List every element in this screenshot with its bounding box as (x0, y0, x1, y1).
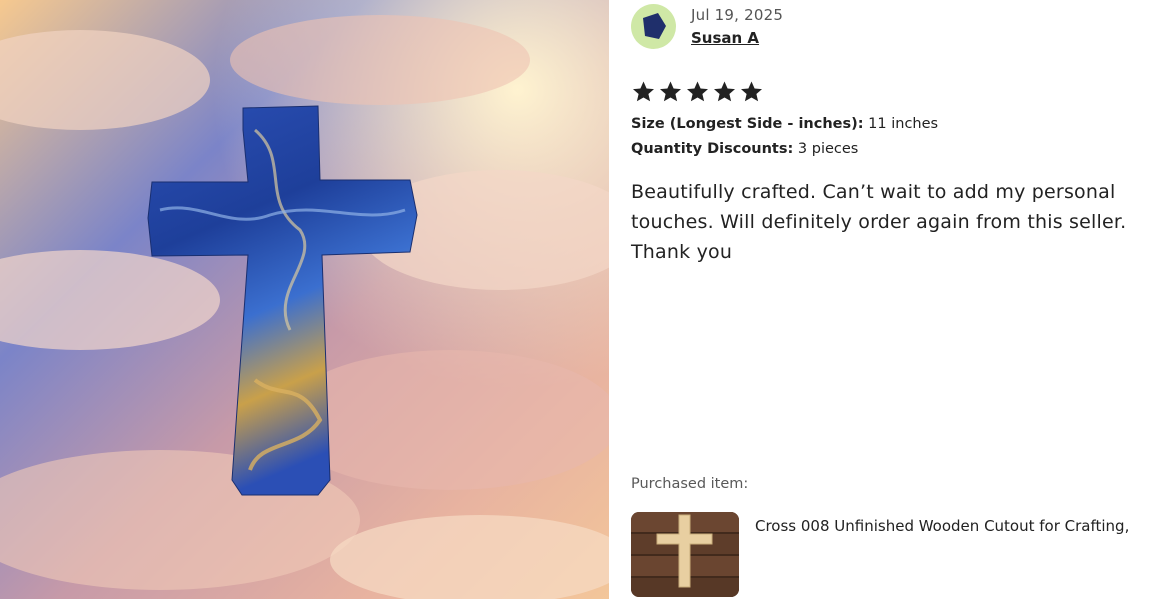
avatar-shape-icon (643, 13, 666, 39)
star-icon (714, 81, 735, 102)
wooden-cross-thumbnail-image (631, 512, 739, 597)
review-text: Beautifully crafted. Can’t wait to add m… (631, 181, 1127, 263)
star-icon (633, 81, 654, 102)
reviewer-name-link[interactable]: Susan A (691, 29, 759, 47)
attribute-size: Size (Longest Side - inches): 11 inches (631, 116, 938, 132)
review-panel: Jul 19, 2025 Susan A Size (Longest Side … (631, 0, 1159, 599)
star-icon (741, 81, 762, 102)
star-rating (631, 80, 764, 104)
attribute-value: 3 pieces (797, 141, 859, 157)
attribute-label: Size (Longest Side - inches): (631, 116, 864, 132)
purchased-item-label: Purchased item: (631, 476, 749, 492)
reviewer-avatar[interactable] (631, 4, 676, 49)
attribute-value: 11 inches (868, 116, 939, 132)
purchased-item-title-link[interactable]: Cross 008 Unfinished Wooden Cutout for C… (755, 517, 1129, 535)
review-date: Jul 19, 2025 (691, 6, 784, 24)
purchased-item-thumbnail[interactable] (631, 512, 739, 597)
star-icon (660, 81, 681, 102)
attribute-label: Quantity Discounts: (631, 141, 794, 157)
review-photo[interactable] (0, 0, 609, 599)
star-icon (687, 81, 708, 102)
cross-photo-image (0, 0, 609, 599)
attribute-quantity: Quantity Discounts: 3 pieces (631, 141, 858, 157)
